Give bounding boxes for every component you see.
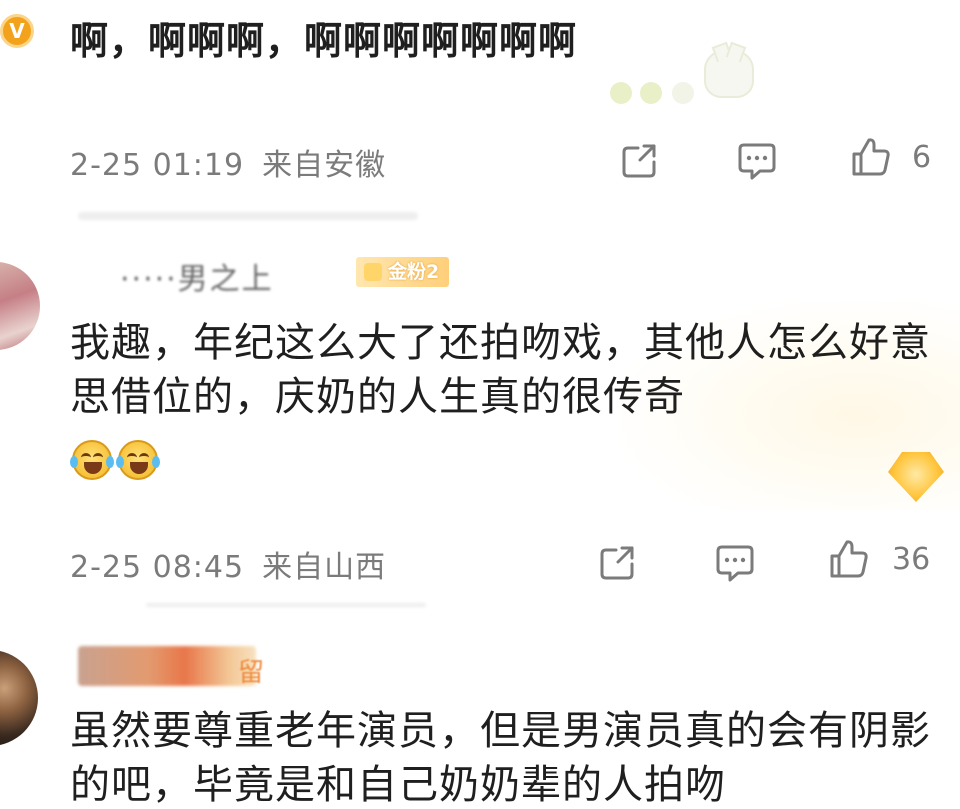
share-button[interactable] [598,542,640,582]
avatar[interactable] [0,650,38,746]
avatar[interactable] [0,262,40,350]
comment-button[interactable] [736,141,778,181]
comment-1-text: 啊，啊啊啊，啊啊啊啊啊啊啊 [70,19,578,63]
comment-date: 2-25 01:19 [70,148,245,183]
laugh-cry-emoji-icon [70,440,114,480]
fan-badge: 金粉2 [356,257,450,287]
sticker-dot-icon [672,82,694,104]
sticker-dot-icon [640,82,662,104]
verified-v-icon: V [9,19,25,43]
comment-3-text: 虽然要尊重老年演员，但是男演员真的会有阴影的吧，毕竟是和自己奶奶辈的人拍吻 [70,708,931,808]
cat-sticker-icon [704,50,754,98]
username[interactable]: ·····男之上 [120,254,274,298]
comment-icon [716,545,754,582]
laugh-cry-emoji-icon [116,440,160,480]
comment-location: 来自安徽 [262,148,387,183]
like-button[interactable]: 6 [850,136,931,178]
like-count: 36 [892,541,931,577]
username-blurred[interactable] [78,646,256,686]
comment-date: 2-25 08:45 [70,550,245,585]
sticker-dot-icon [610,82,632,104]
share-icon [622,144,656,178]
share-button[interactable] [620,140,662,180]
thumbs-up-icon [852,138,890,176]
verified-avatar[interactable]: V [0,14,34,48]
comment-divider [146,603,426,607]
weibo-comment-list: V 啊，啊啊啊，啊啊啊啊啊啊啊 2-25 01:19来自安徽 6 ·····男 [0,0,960,809]
comment-divider [78,212,418,220]
share-icon [600,546,634,580]
comment-location: 来自山西 [262,550,387,585]
comment-button[interactable] [714,543,756,583]
username-tail: 留 [238,658,265,688]
comment-icon [738,143,776,180]
thumbs-up-icon [830,540,868,578]
comment-2-text: 我趣，年纪这么大了还拍吻戏，其他人怎么好意思借位的，庆奶的人生真的很传奇 [70,320,931,420]
like-button[interactable]: 36 [828,538,930,580]
like-count: 6 [912,139,932,175]
comment-2-meta: 2-25 08:45 来自山西 [70,542,386,586]
comment-1-meta: 2-25 01:19 来自安徽 [70,140,386,184]
